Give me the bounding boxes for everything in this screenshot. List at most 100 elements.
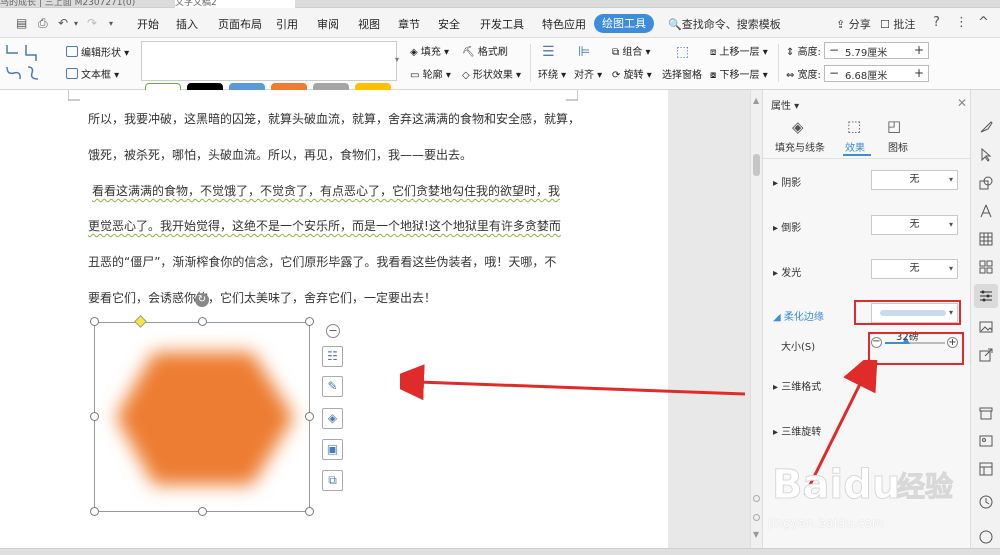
customize-dropdown-icon[interactable]: ▾ — [109, 19, 113, 28]
undo-dropdown-icon[interactable]: ▾ — [74, 19, 78, 28]
tab-icon[interactable]: 图标 — [888, 139, 908, 154]
menu-references[interactable]: 引用 — [276, 16, 298, 32]
height-value[interactable]: 5.79厘米 — [845, 44, 887, 59]
menu-page-layout[interactable]: 页面布局 — [218, 16, 262, 32]
rotate-handle-icon[interactable]: ↻ — [195, 293, 209, 307]
width-value[interactable]: 6.68厘米 — [845, 67, 887, 82]
menu-developer[interactable]: 开发工具 — [480, 16, 524, 32]
undo-icon[interactable]: ↶ — [58, 16, 68, 30]
resize-handle-w[interactable] — [90, 412, 99, 421]
menu-home[interactable]: 开始 — [137, 16, 159, 32]
group-button[interactable]: ⧉ 组合 ▾ — [612, 43, 651, 58]
wrap-button[interactable]: 环绕 ▾ — [538, 66, 566, 81]
text-style-icon[interactable] — [979, 204, 993, 218]
shape-fill-button[interactable]: ◈ — [322, 408, 343, 429]
paragraph[interactable]: 所以，我要冲破，这黑暗的囚笼，就算头破血流，就算，舍弃这满满的食物和安全感，就算… — [88, 110, 580, 127]
export-icon[interactable] — [979, 348, 993, 362]
collapse-ribbon-button[interactable]: ^ — [978, 15, 989, 30]
resize-handle-se[interactable] — [305, 507, 314, 516]
paragraph[interactable]: 看看这满满的食物，不觉饿了，不觉贪了，有点恶心了，它们贪婪地勾住我的欲望时，我 — [92, 182, 572, 199]
command-search[interactable]: 🔍查找命令、搜索模板 — [668, 16, 781, 32]
image-icon[interactable] — [979, 434, 993, 448]
help-circle-icon[interactable] — [979, 530, 993, 544]
scroll-down-icon[interactable]: ▼ — [753, 530, 759, 539]
textbox-button[interactable]: 文本框 ▾ — [66, 66, 119, 81]
menu-view[interactable]: 视图 — [358, 16, 380, 32]
shape-style-button[interactable]: ✎ — [322, 376, 343, 397]
select-pane-button[interactable]: 选择窗格 — [662, 66, 702, 81]
resize-handle-nw[interactable] — [90, 317, 99, 326]
height-decrease-button[interactable]: − — [826, 43, 842, 58]
brush-icon[interactable] — [979, 120, 993, 134]
glow-section[interactable]: ▸ 发光 — [773, 264, 801, 279]
bring-forward-button[interactable]: ⧈ 上移一层 ▾ — [710, 43, 768, 58]
redo-icon[interactable]: ↷ — [87, 16, 97, 30]
shadow-dropdown[interactable]: 无 ▾ — [871, 170, 958, 190]
save-icon[interactable]: ▤ — [16, 16, 27, 30]
scroll-up-icon[interactable]: ▲ — [753, 96, 759, 105]
menu-chapter[interactable]: 章节 — [398, 16, 420, 32]
paragraph[interactable]: 丑恶的“僵尸”，渐渐榨食你的信念，它们原形毕露了。我看看这些伪装者，哦！天哪，不 — [88, 253, 568, 270]
document-tab-active[interactable]: 文字文稿2 — [175, 0, 295, 8]
menu-insert[interactable]: 插入 — [176, 16, 198, 32]
menu-security[interactable]: 安全 — [438, 16, 460, 32]
tab-effect[interactable]: 效果 — [845, 139, 865, 154]
rotate-button[interactable]: ⟳ 旋转 ▾ — [612, 66, 652, 81]
paragraph[interactable]: 更觉恶心了。我开始觉得，这绝不是一个安乐所，而是一个地狱!这个地狱里有许多贪婪而 — [88, 217, 568, 234]
shapes-icon[interactable] — [979, 176, 993, 190]
select-browse-icon[interactable] — [753, 514, 760, 521]
print-icon[interactable]: ⎙ — [38, 16, 48, 31]
help-button[interactable]: ? — [933, 15, 940, 30]
width-spinner[interactable]: − 6.68厘米 + — [824, 65, 929, 82]
send-backward-button[interactable]: ⧇ 下移一层 ▾ — [710, 66, 768, 81]
more-options-button[interactable]: ⧉ — [322, 470, 343, 491]
outline-button[interactable]: ▭ 轮廓 ▾ — [410, 66, 451, 81]
menu-special[interactable]: 特色应用 — [542, 16, 586, 32]
layout-options-button[interactable]: ☷ — [322, 346, 343, 367]
paragraph[interactable]: 要看它们，会诱惑你的，它们太美味了，舍弃它们，一定要出去！ — [88, 289, 568, 306]
connector-shapes-icon[interactable] — [4, 41, 52, 83]
more-button[interactable]: ⋮ — [955, 15, 968, 30]
picture-icon[interactable] — [979, 320, 993, 334]
soft-edge-section[interactable]: ◢ 柔化边缘 — [773, 308, 824, 323]
archive-icon[interactable] — [979, 406, 993, 420]
resize-handle-s[interactable] — [198, 507, 207, 516]
shape-style-gallery — [141, 41, 397, 81]
properties-title[interactable]: 属性 ▾ — [771, 97, 799, 112]
grid-icon[interactable] — [979, 260, 993, 274]
glow-dropdown[interactable]: 无 ▾ — [871, 259, 958, 279]
tab-divider — [763, 158, 971, 159]
shadow-section[interactable]: ▸ 阴影 — [773, 174, 801, 189]
close-pane-icon[interactable]: ✕ — [957, 96, 967, 110]
paragraph[interactable]: 饿死，被杀死，哪怕，头破血流。所以，再见，食物们，我——要出去。 — [88, 146, 568, 163]
height-increase-button[interactable]: + — [911, 43, 927, 58]
width-increase-button[interactable]: + — [911, 66, 927, 81]
scroll-thumb[interactable] — [753, 154, 760, 176]
resize-handle-n[interactable] — [198, 317, 207, 326]
shape-outline-button[interactable]: ▣ — [322, 439, 343, 460]
shape-effect-button[interactable]: ◇ 形状效果 ▾ — [462, 66, 521, 81]
menu-review[interactable]: 审阅 — [317, 16, 339, 32]
effect-icon: ⬚ — [847, 117, 862, 135]
cursor-icon[interactable] — [979, 148, 993, 162]
share-button[interactable]: ⇪ 分享 — [836, 16, 871, 32]
fill-button[interactable]: ◈ 填充 ▾ — [410, 43, 449, 58]
resize-handle-ne[interactable] — [305, 317, 314, 326]
menu-drawing-tools[interactable]: 绘图工具 — [594, 14, 654, 33]
resize-handle-sw[interactable] — [90, 507, 99, 516]
reflection-dropdown[interactable]: 无 ▾ — [871, 215, 958, 235]
collapse-quick-tools-icon[interactable]: − — [326, 324, 340, 338]
tab-fill-and-line[interactable]: 填充与线条 — [775, 139, 825, 154]
document-tab[interactable]: 鸟的成长 | 三上面 M2307271(0) — [0, 0, 160, 8]
gallery-more-icon[interactable]: ▾ — [395, 55, 399, 64]
align-button[interactable]: 对齐 ▾ — [574, 66, 602, 81]
resize-handle-e[interactable] — [305, 412, 314, 421]
comment-button[interactable]: ☐ 批注 — [880, 16, 915, 32]
edit-shape-button[interactable]: 编辑形状 ▾ — [66, 44, 129, 59]
format-brush-button[interactable]: ⛏ 格式刷 — [462, 43, 508, 58]
reflection-section[interactable]: ▸ 倒影 — [773, 219, 801, 234]
width-decrease-button[interactable]: − — [826, 66, 842, 81]
height-spinner[interactable]: − 5.79厘米 + — [824, 42, 929, 59]
properties-sliders-icon[interactable] — [979, 289, 993, 303]
table-icon[interactable] — [979, 232, 993, 246]
